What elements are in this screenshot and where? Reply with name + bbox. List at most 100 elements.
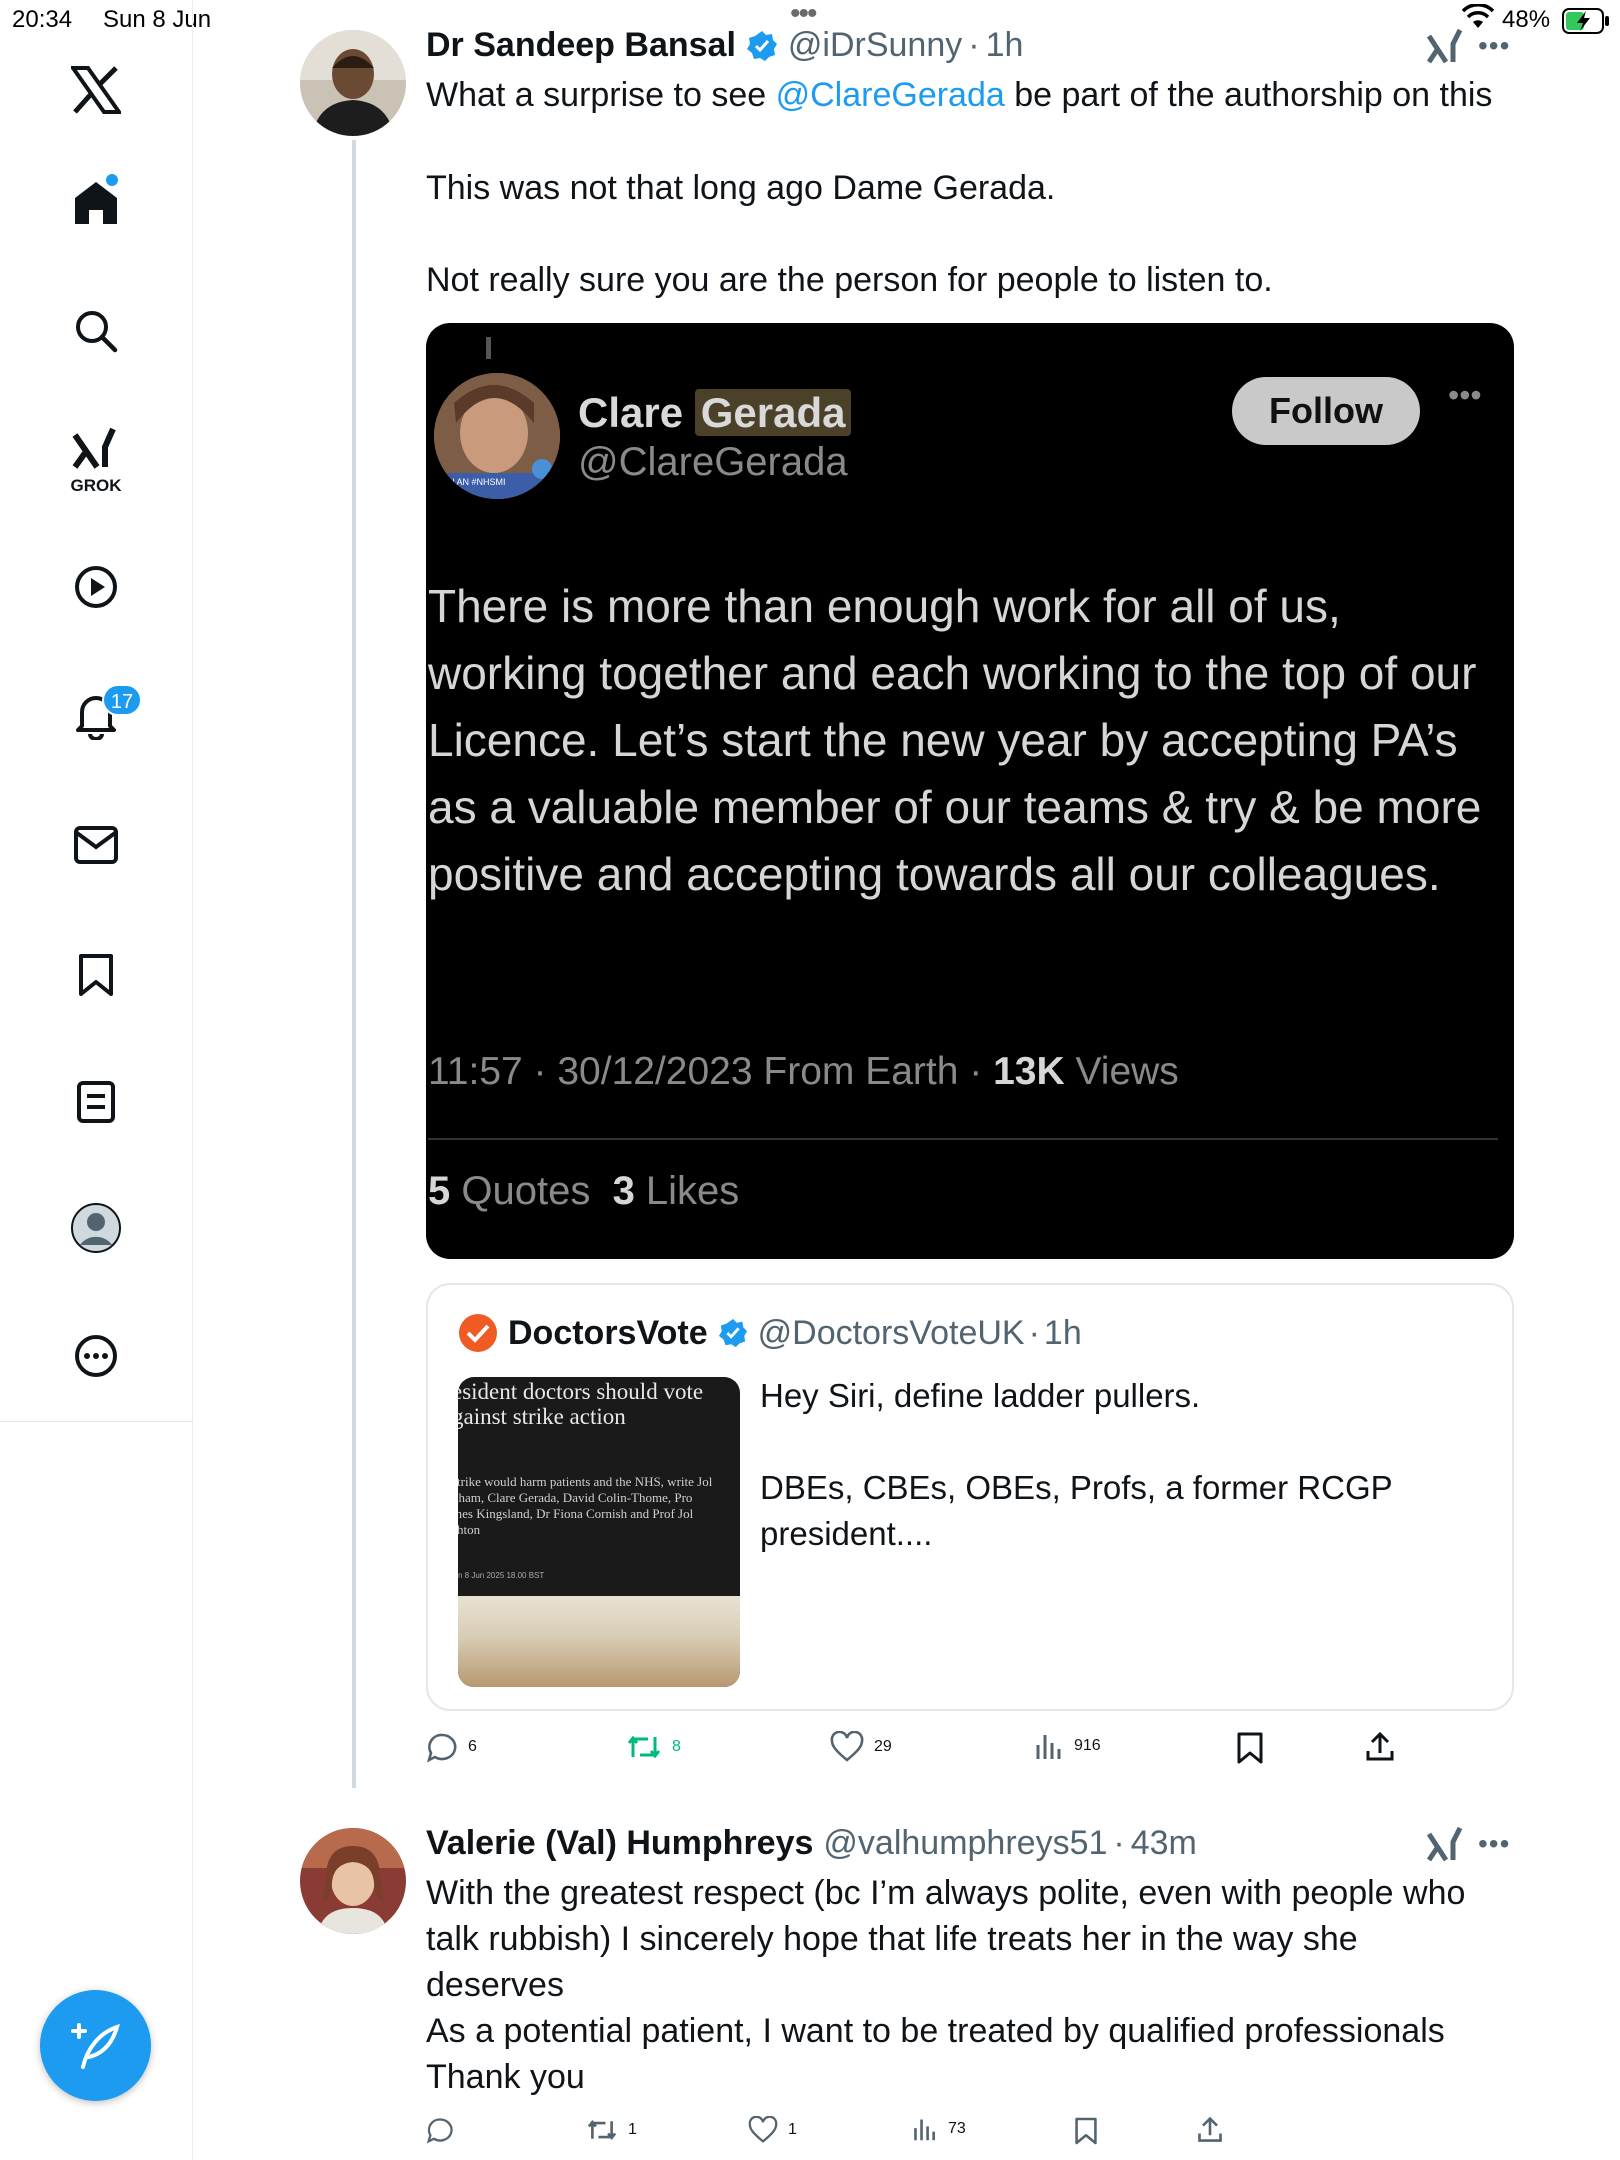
embedded-views-label: Views	[1064, 1050, 1179, 1093]
compose-post-button[interactable]	[40, 1990, 151, 2101]
reply-icon	[426, 1733, 457, 1763]
quoted-tweet-text: Hey Siri, define ladder pullers. DBEs, C…	[760, 1377, 1393, 1552]
quoted-tweet-thumbnail[interactable]: esident doctors should vote gainst strik…	[458, 1377, 740, 1687]
bookmark-icon	[1237, 1732, 1263, 1764]
like-button[interactable]: 29	[830, 1731, 892, 1763]
reply2-reply-button[interactable]	[426, 2116, 464, 2144]
notifications-badge: 17	[102, 684, 142, 716]
x-logo-icon[interactable]	[66, 60, 126, 120]
repost-icon	[627, 1735, 661, 1759]
reply-author-handle[interactable]: @valhumphreys51	[823, 1824, 1107, 1863]
thumbnail-subtext: strike would harm patients and the NHS, …	[458, 1474, 713, 1537]
bookmark-button[interactable]	[1236, 1731, 1264, 1765]
reply-button[interactable]: 6	[426, 1731, 477, 1763]
quoted-author-name: DoctorsVote	[508, 1313, 708, 1352]
reply-tweet-time[interactable]: 43m	[1131, 1824, 1197, 1863]
embedded-tweet-meta: 11:57 · 30/12/2023 From Earth · 13K View…	[428, 1050, 1179, 1094]
grok-icon[interactable]	[66, 420, 126, 480]
tweet-author-row: Dr Sandeep Bansal @iDrSunny · 1h	[426, 26, 1023, 65]
grok-explain-icon[interactable]	[1426, 28, 1466, 66]
embedded-avatar-caption: N AN #NHSMI	[448, 477, 506, 487]
battery-charging-icon	[1562, 8, 1609, 34]
reply-author-name[interactable]: Valerie (Val) Humphreys	[426, 1824, 813, 1863]
tweet-text-suffix: be part of the authorship on this	[1004, 76, 1493, 114]
quoted-verified-badge-icon	[718, 1318, 747, 1348]
mention-link[interactable]: @ClareGerada	[776, 76, 1005, 114]
reply2-views-button[interactable]: 73	[912, 2116, 966, 2142]
bookmarks-icon[interactable]	[66, 945, 126, 1005]
tweet-text-para2: This was not that long ago Dame Gerada.	[426, 169, 1056, 207]
reply2-like-count: 1	[788, 2121, 797, 2138]
multitasking-dots-icon[interactable]: •••	[790, 0, 817, 29]
like-heart-icon	[830, 1731, 864, 1762]
verified-badge-icon	[746, 30, 777, 61]
quoted-separator-dot: ·	[1028, 1313, 1040, 1352]
tweet-text-line1: What a surprise to see @ClareGerada be p…	[426, 72, 1526, 118]
wifi-icon	[1462, 4, 1494, 28]
quoted-author-handle: @DoctorsVoteUK	[757, 1313, 1025, 1352]
embedded-author-name: Clare Gerada	[578, 389, 852, 437]
thumbnail-headline: esident doctors should vote gainst strik…	[458, 1379, 704, 1429]
reply2-share-button[interactable]	[1196, 2116, 1224, 2144]
reply-separator-dot: ·	[1113, 1824, 1125, 1862]
embedded-quotes-count: 5	[428, 1169, 451, 1213]
embedded-more-icon: •••	[1448, 377, 1482, 413]
messages-envelope-icon[interactable]	[66, 815, 126, 875]
repost-button[interactable]: 8	[626, 1731, 681, 1763]
views-count: 916	[1074, 1737, 1101, 1754]
video-play-icon[interactable]	[66, 557, 126, 617]
reply-count: 6	[468, 1738, 477, 1755]
thumbnail-photo	[458, 1596, 740, 1687]
reply-icon	[426, 2118, 453, 2144]
tweet-text-para3: Not really sure you are the person for p…	[426, 261, 1273, 299]
repost-count: 8	[672, 1738, 681, 1755]
reply2-like-button[interactable]: 1	[748, 2116, 797, 2144]
embedded-views-count: 13K	[993, 1050, 1065, 1093]
separator-dot: ·	[968, 26, 980, 64]
thread-connector-line	[352, 140, 356, 1788]
embedded-meta-prefix: 11:57 · 30/12/2023 From Earth ·	[428, 1050, 994, 1093]
reply-grok-explain-icon[interactable]	[1426, 1826, 1466, 1864]
reply2-bookmark-button[interactable]	[1074, 2116, 1098, 2146]
sidebar-nav: GROK 17	[0, 0, 193, 2160]
lists-icon[interactable]	[66, 1072, 126, 1132]
author-handle[interactable]: @iDrSunny	[788, 26, 962, 65]
reply-author-avatar[interactable]	[300, 1828, 406, 1934]
quoted-tweet-card[interactable]: DoctorsVote @DoctorsVoteUK · 1h esident …	[426, 1283, 1514, 1711]
author-name[interactable]: Dr Sandeep Bansal	[426, 26, 736, 65]
repost-icon	[587, 2120, 617, 2140]
tweet-text-prefix: What a surprise to see	[426, 76, 776, 114]
embedded-tweet-text: There is more than enough work for all o…	[428, 580, 1482, 900]
embedded-divider	[428, 1138, 1498, 1140]
embedded-name-highlight: Gerada	[694, 389, 852, 436]
reply-more-icon[interactable]: •••	[1478, 1828, 1510, 1860]
bookmark-icon	[1075, 2117, 1097, 2145]
quoted-tweet-time: 1h	[1043, 1313, 1082, 1352]
more-options-icon[interactable]	[66, 1326, 126, 1386]
views-button[interactable]: 916	[1034, 1731, 1101, 1761]
share-upload-icon	[1198, 2116, 1222, 2142]
tweet-time[interactable]: 1h	[986, 26, 1024, 65]
thumbnail-date: n 8 Jun 2025 18.00 BST	[458, 1571, 545, 1580]
reply2-repost-count: 1	[628, 2121, 637, 2138]
tweet-more-icon[interactable]: •••	[1478, 30, 1510, 62]
embedded-follow-button: Follow	[1232, 377, 1420, 445]
reply2-repost-button[interactable]: 1	[586, 2116, 637, 2144]
reply-author-row: Valerie (Val) Humphreys @valhumphreys51 …	[426, 1824, 1197, 1863]
share-upload-icon	[1366, 1731, 1394, 1761]
media-scrollbar-tick	[486, 337, 491, 359]
embedded-name-first: Clare	[578, 389, 684, 436]
reply2-views-count: 73	[948, 2120, 966, 2137]
compose-feather-icon	[70, 2022, 120, 2069]
home-unread-dot	[106, 174, 118, 186]
profile-avatar-icon[interactable]	[66, 1198, 126, 1258]
search-icon[interactable]	[66, 301, 126, 361]
share-button[interactable]	[1364, 1731, 1396, 1763]
views-chart-icon	[914, 2119, 935, 2141]
reply-tweet-text: With the greatest respect (bc I’m always…	[426, 1874, 1466, 2096]
author-avatar[interactable]	[300, 30, 406, 136]
embedded-avatar: N AN #NHSMI	[434, 373, 560, 499]
quoted-org-logo-icon	[459, 1314, 497, 1352]
embedded-likes-label: Likes	[634, 1169, 740, 1213]
tweet-media-screenshot[interactable]: N AN #NHSMI Clare Gerada @ClareGerada Fo…	[426, 323, 1514, 1259]
